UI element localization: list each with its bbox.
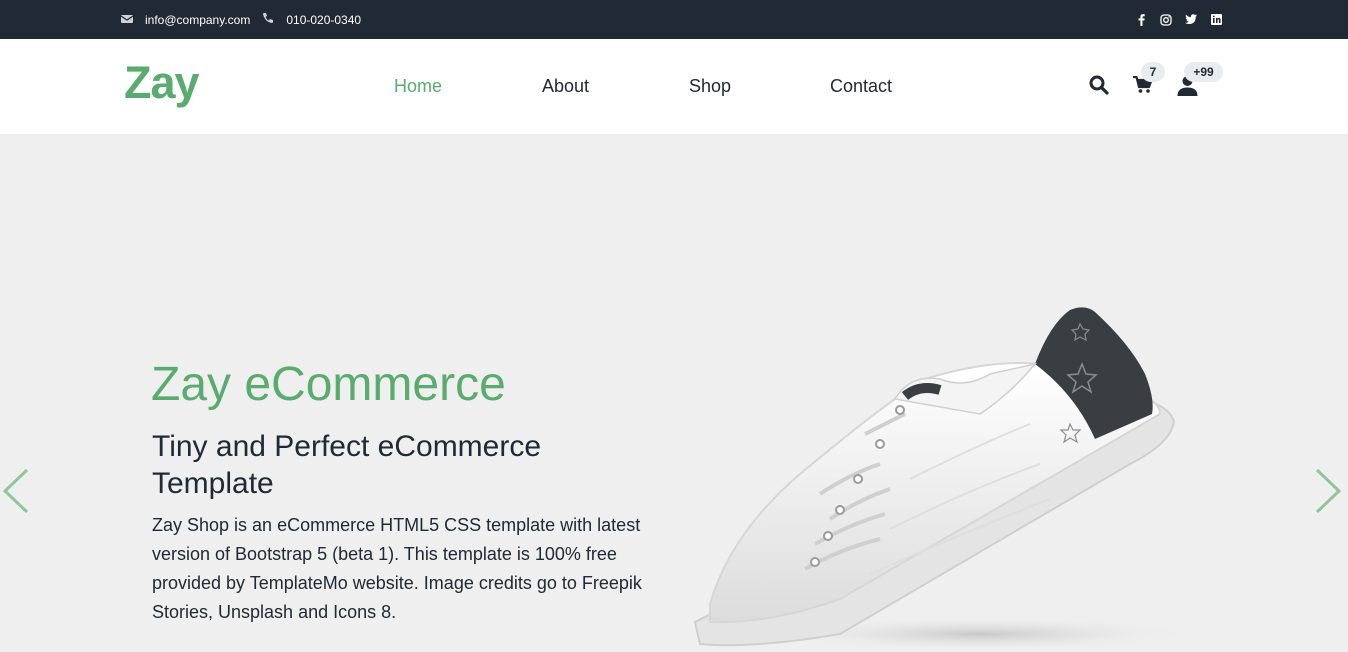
social-links <box>1122 0 1222 39</box>
phone-text: 010-020-0340 <box>286 12 362 27</box>
top-bar: info@company.com 010-020-0340 <box>0 0 1348 39</box>
contact-info: info@company.com 010-020-0340 <box>120 0 373 39</box>
search-icon[interactable] <box>1089 75 1109 100</box>
hero-subtitle: Tiny and Perfect eCommerce Template <box>152 430 542 500</box>
nav-contact[interactable]: Contact <box>830 76 892 97</box>
nav-about[interactable]: About <box>542 76 589 97</box>
hero-title-bold: Zay <box>151 358 232 411</box>
twitter-icon[interactable] <box>1185 14 1197 26</box>
email-text: info@company.com <box>145 12 251 27</box>
main-navbar: Zay Home About Shop Contact 7 +99 <box>0 39 1348 134</box>
linkedin-icon[interactable] <box>1210 14 1222 26</box>
brand-logo[interactable]: Zay <box>124 57 200 109</box>
user-count-badge: +99 <box>1184 62 1223 82</box>
hero-carousel: Zay eCommerce Tiny and Perfect eCommerce… <box>0 134 1348 652</box>
nav-home[interactable]: Home <box>394 76 442 97</box>
phone-icon <box>262 11 274 29</box>
hero-title: Zay eCommerce <box>151 357 506 412</box>
instagram-icon[interactable] <box>1160 13 1172 26</box>
facebook-icon[interactable] <box>1135 13 1147 26</box>
hero-sneaker-image <box>690 304 1200 652</box>
envelope-icon <box>120 11 134 29</box>
nav-shop[interactable]: Shop <box>689 76 731 97</box>
email-link[interactable]: info@company.com <box>120 11 251 29</box>
hero-description: Zay Shop is an eCommerce HTML5 CSS templ… <box>152 515 642 622</box>
carousel-next-arrow[interactable] <box>1314 468 1342 519</box>
phone-link[interactable]: 010-020-0340 <box>262 11 361 29</box>
hero-title-light: eCommerce <box>244 358 506 411</box>
carousel-prev-arrow[interactable] <box>2 468 30 519</box>
cart-count-badge: 7 <box>1141 62 1165 82</box>
